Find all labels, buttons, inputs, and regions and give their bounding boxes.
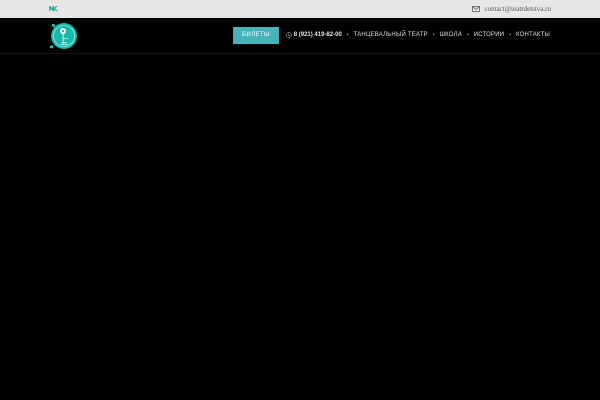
nav-separator: • [432, 32, 435, 38]
site-header: БИЛЕТЫ 8 (921) 419-82-00 • ТАНЦЕВАЛЬНЫЙ … [0, 18, 600, 54]
top-bar: contact@teatrdetstva.ru [0, 0, 600, 18]
main-nav: БИЛЕТЫ 8 (921) 419-82-00 • ТАНЦЕВАЛЬНЫЙ … [233, 26, 550, 44]
tickets-button[interactable]: БИЛЕТЫ [233, 26, 279, 44]
nav-dance-theatre[interactable]: ТАНЦЕВАЛЬНЫЙ ТЕАТР [354, 26, 428, 44]
contact-email: contact@teatrdetstva.ru [484, 5, 552, 13]
nav-separator: • [466, 32, 469, 38]
nav-separator: • [509, 32, 512, 38]
nav-contacts[interactable]: КОНТАКТЫ [516, 26, 550, 44]
main-content [0, 54, 600, 400]
phone-icon [286, 32, 292, 38]
nav-separator: • [346, 32, 349, 38]
mail-icon [471, 6, 480, 12]
phone-link[interactable]: 8 (921) 419-82-00 [286, 32, 342, 38]
phone-number: 8 (921) 419-82-00 [293, 32, 342, 38]
nav-school[interactable]: ШКОЛА [439, 26, 461, 44]
nav-stories[interactable]: ИСТОРИИ [474, 26, 505, 44]
flower-logo-icon[interactable] [48, 20, 78, 51]
contact-email-link[interactable]: contact@teatrdetstva.ru [471, 3, 552, 15]
vk-icon[interactable] [49, 4, 59, 13]
